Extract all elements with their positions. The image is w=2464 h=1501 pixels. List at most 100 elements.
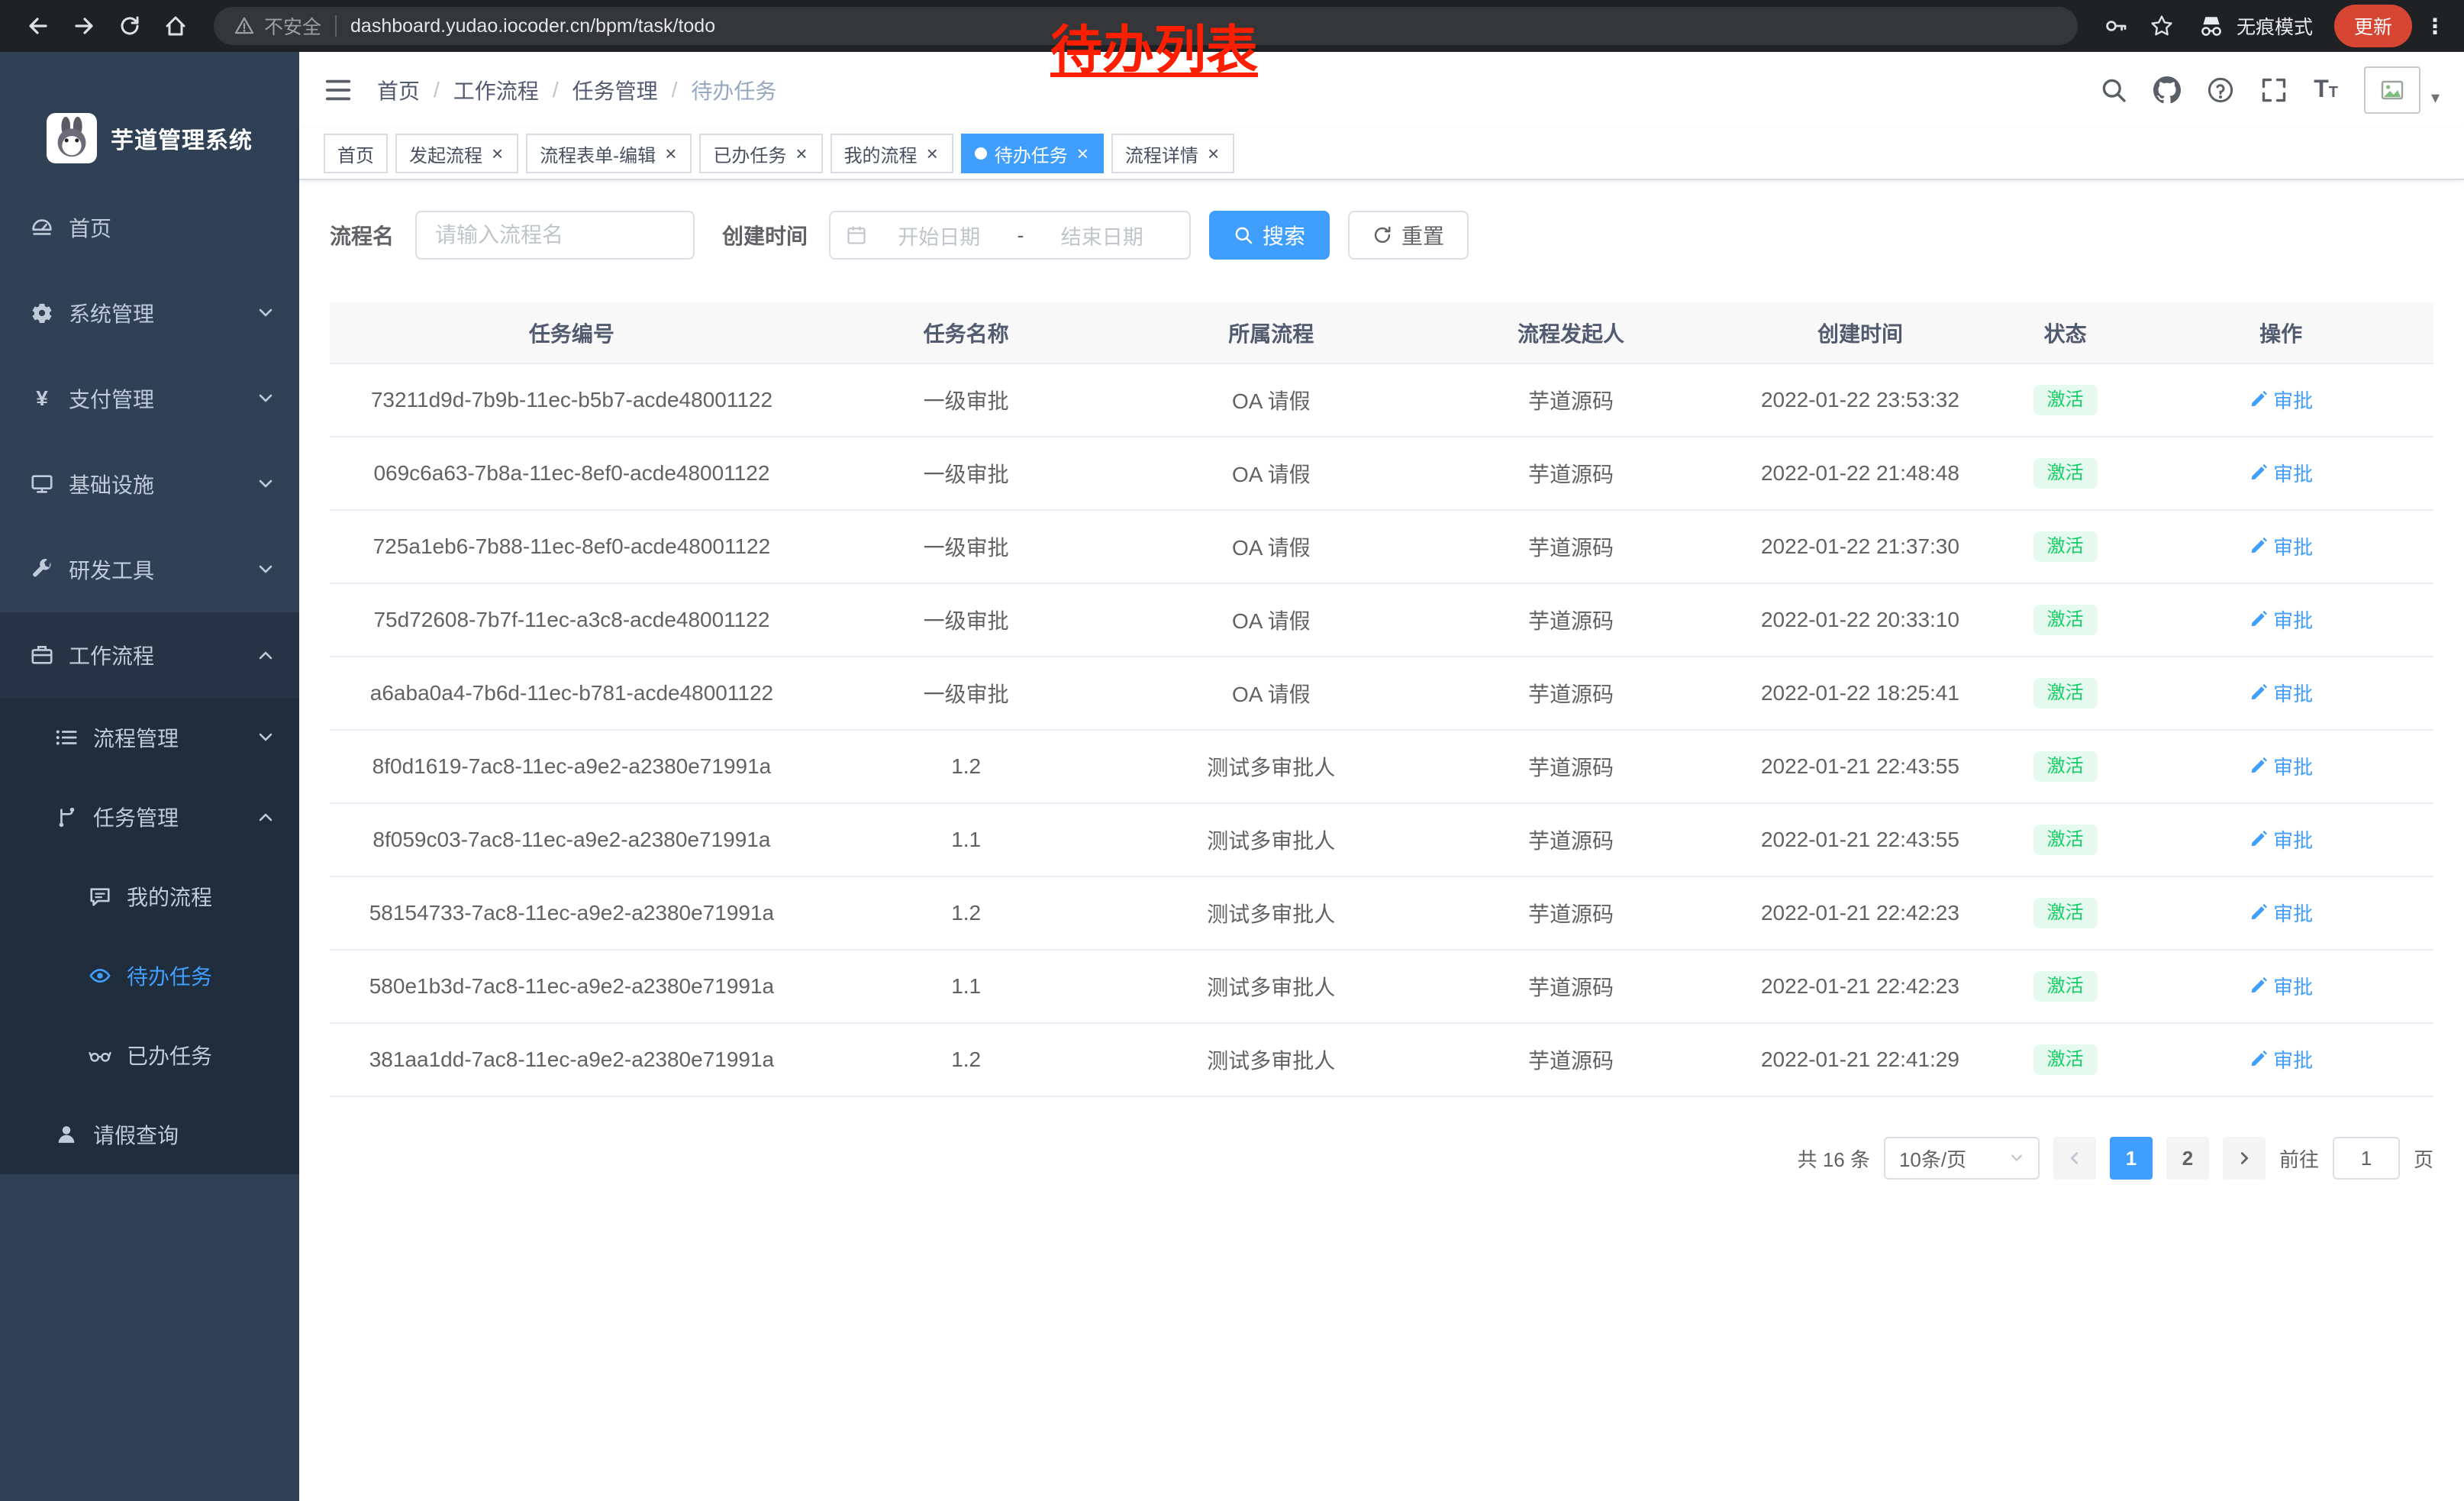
forward-icon[interactable] — [64, 6, 104, 46]
date-range-picker[interactable]: 开始日期 - 结束日期 — [829, 211, 1191, 260]
home-icon[interactable] — [156, 6, 195, 46]
tab-done-tasks[interactable]: 已办任务× — [699, 134, 822, 173]
menu-item-label: 任务管理 — [93, 802, 256, 832]
hamburger-icon[interactable] — [324, 76, 353, 105]
kebab-menu-icon[interactable]: ⋮ — [2424, 14, 2446, 39]
process-cell: 测试多审批人 — [1118, 950, 1424, 1023]
sidebar-menu: 首页系统管理¥支付管理基础设施研发工具工作流程流程管理任务管理我的流程待办任务已… — [0, 185, 299, 1174]
task-name-cell: 一级审批 — [814, 583, 1119, 657]
created-time-cell: 2022-01-21 22:41:29 — [1718, 1023, 2002, 1096]
breadcrumb-item[interactable]: 工作流程 — [453, 75, 539, 105]
action-cell: 审批 — [2128, 730, 2433, 803]
chevron-up-icon — [256, 646, 275, 664]
sidebar-item-task-mgmt[interactable]: 任务管理 — [0, 777, 299, 857]
tab-home[interactable]: 首页 — [324, 134, 388, 173]
fullscreen-icon[interactable] — [2260, 76, 2288, 104]
status-badge: 激活 — [2033, 385, 2098, 415]
task-name-cell: 1.1 — [814, 803, 1119, 876]
close-icon[interactable]: × — [1076, 144, 1090, 163]
process-name-input[interactable] — [415, 211, 695, 260]
sidebar-item-payment[interactable]: ¥支付管理 — [0, 356, 299, 441]
close-icon[interactable]: × — [663, 144, 678, 163]
action-cell: 审批 — [2128, 950, 2433, 1023]
approve-link[interactable]: 审批 — [2249, 825, 2313, 854]
monitor-icon — [31, 473, 53, 495]
process-cell: OA 请假 — [1118, 510, 1424, 583]
approve-link[interactable]: 审批 — [2249, 752, 2313, 780]
sidebar-item-done-task[interactable]: 已办任务 — [0, 1015, 299, 1095]
sidebar-item-system[interactable]: 系统管理 — [0, 270, 299, 356]
status-cell: 激活 — [2002, 583, 2128, 657]
approve-link[interactable]: 审批 — [2249, 1045, 2313, 1073]
tab-process-form-edit[interactable]: 流程表单-编辑× — [526, 134, 692, 173]
close-icon[interactable]: × — [490, 144, 505, 163]
key-icon[interactable] — [2096, 6, 2136, 46]
page-button-2[interactable]: 2 — [2166, 1137, 2209, 1180]
approve-link[interactable]: 审批 — [2249, 972, 2313, 1000]
edit-icon — [2249, 537, 2267, 556]
initiator-cell: 芋道源码 — [1424, 876, 1718, 950]
close-icon[interactable]: × — [794, 144, 808, 163]
sidebar-item-infrastructure[interactable]: 基础设施 — [0, 441, 299, 527]
reset-button[interactable]: 重置 — [1348, 211, 1469, 260]
sidebar-item-leave-query[interactable]: 请假查询 — [0, 1095, 299, 1174]
close-icon[interactable]: × — [925, 144, 940, 163]
page-size-select[interactable]: 10条/页 — [1884, 1137, 2040, 1180]
help-icon[interactable] — [2207, 76, 2234, 104]
task-name-cell: 一级审批 — [814, 437, 1119, 510]
github-icon[interactable] — [2153, 76, 2181, 104]
back-icon[interactable] — [18, 6, 58, 46]
breadcrumb-item[interactable]: 首页 — [377, 75, 420, 105]
update-button[interactable]: 更新 — [2334, 5, 2412, 47]
approve-link[interactable]: 审批 — [2249, 899, 2313, 927]
sidebar-item-workflow[interactable]: 工作流程 — [0, 612, 299, 698]
breadcrumb-separator: / — [553, 78, 559, 102]
task-name-cell: 1.2 — [814, 1023, 1119, 1096]
edit-icon — [2249, 464, 2267, 483]
search-button[interactable]: 搜索 — [1209, 211, 1330, 260]
breadcrumb-item[interactable]: 任务管理 — [572, 75, 658, 105]
approve-link[interactable]: 审批 — [2249, 605, 2313, 634]
approve-link[interactable]: 审批 — [2249, 386, 2313, 414]
status-badge: 激活 — [2033, 825, 2098, 855]
tab-todo-tasks[interactable]: 待办任务× — [961, 134, 1104, 173]
fontsize-icon[interactable]: TT — [2314, 76, 2338, 104]
search-icon[interactable] — [2100, 76, 2127, 104]
menu-item-label: 流程管理 — [93, 722, 256, 753]
star-icon[interactable] — [2142, 6, 2182, 46]
initiator-cell: 芋道源码 — [1424, 363, 1718, 437]
sidebar-item-my-process[interactable]: 我的流程 — [0, 857, 299, 936]
page-button-1[interactable]: 1 — [2110, 1137, 2153, 1180]
active-tab-dot — [975, 147, 987, 160]
approve-link-label: 审批 — [2273, 679, 2313, 707]
menu-item-label: 研发工具 — [69, 554, 256, 585]
approve-link-label: 审批 — [2273, 825, 2313, 854]
edit-icon — [2249, 904, 2267, 922]
chevron-left-icon — [2066, 1150, 2083, 1167]
status-cell: 激活 — [2002, 437, 2128, 510]
tab-launch-process[interactable]: 发起流程× — [395, 134, 518, 173]
goto-page-input[interactable] — [2333, 1137, 2400, 1180]
reload-icon[interactable] — [110, 6, 150, 46]
table-row: 8f059c03-7ac8-11ec-a9e2-a2380e71991a1.1测… — [330, 803, 2433, 876]
prev-page-button[interactable] — [2053, 1137, 2096, 1180]
table-row: 75d72608-7b7f-11ec-a3c8-acde48001122一级审批… — [330, 583, 2433, 657]
approve-link[interactable]: 审批 — [2249, 459, 2313, 487]
edit-icon — [2249, 684, 2267, 702]
table-body: 73211d9d-7b9b-11ec-b5b7-acde48001122一级审批… — [330, 363, 2433, 1096]
edit-icon — [2249, 611, 2267, 629]
approve-link[interactable]: 审批 — [2249, 532, 2313, 560]
initiator-cell: 芋道源码 — [1424, 437, 1718, 510]
close-icon[interactable]: × — [1206, 144, 1221, 163]
sidebar-item-home[interactable]: 首页 — [0, 185, 299, 270]
sidebar-item-dev-tools[interactable]: 研发工具 — [0, 527, 299, 612]
tab-process-detail[interactable]: 流程详情× — [1111, 134, 1234, 173]
avatar[interactable] — [2364, 66, 2420, 114]
sidebar-item-todo-task[interactable]: 待办任务 — [0, 936, 299, 1015]
approve-link[interactable]: 审批 — [2249, 679, 2313, 707]
search-button-icon — [1234, 225, 1253, 245]
annotation-overlay: 待办列表 — [1050, 8, 1258, 83]
tab-my-processes[interactable]: 我的流程× — [830, 134, 953, 173]
next-page-button[interactable] — [2223, 1137, 2266, 1180]
sidebar-item-process-mgmt[interactable]: 流程管理 — [0, 698, 299, 777]
